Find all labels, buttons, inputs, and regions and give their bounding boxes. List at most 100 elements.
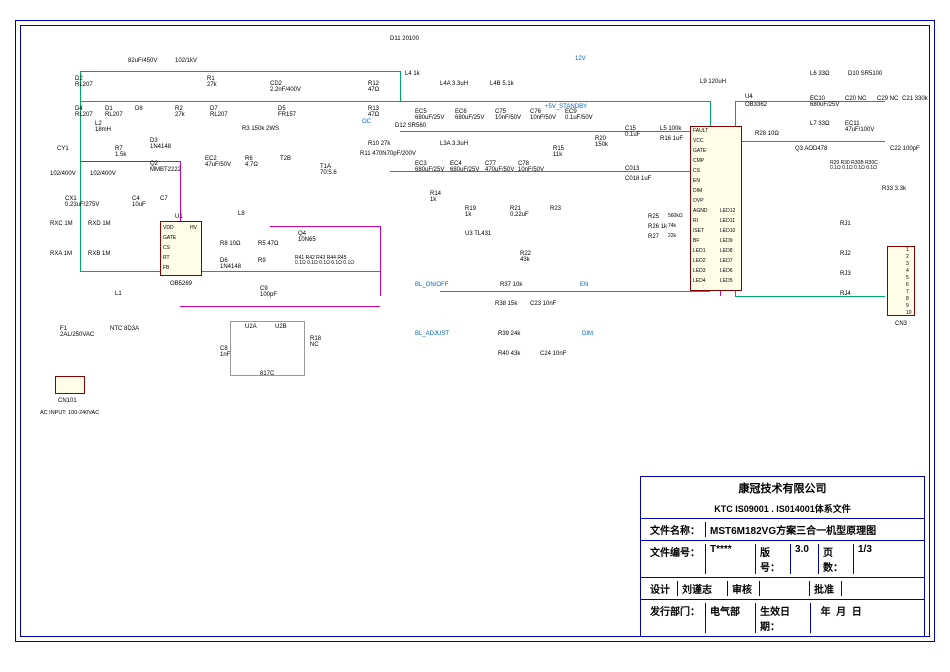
title-company: 康冠技术有限公司 [641, 477, 924, 499]
label-RG1: 560kΩ [668, 214, 683, 219]
wire [270, 226, 380, 227]
label-L7: L7 33Ω [810, 121, 830, 127]
wire [80, 71, 81, 271]
wire [80, 271, 380, 272]
label-T1A: T1A70:5.6 [320, 164, 337, 176]
label-D10: D10 SR5100 [848, 71, 882, 77]
label-R38: R38 15k [495, 301, 517, 307]
label-R16: R16 1uF [660, 136, 683, 142]
label-D1: D1RL207 [105, 106, 123, 118]
label-C22: C22 100pF [890, 146, 920, 152]
label-Q3: Q3 AOD478 [795, 146, 827, 152]
label-R29-30: R29 R30 R30B R30C0.1Ω 0.1Ω 0.1Ω 0.1Ω [830, 161, 878, 171]
label-CD2: CD22.2nF/400V [270, 81, 301, 93]
label-C23: C23 10nF [530, 301, 556, 307]
date-value: 年 月 日 [811, 603, 919, 633]
net-oc: OC [362, 119, 371, 125]
wire [440, 291, 710, 292]
pin-cs2: CS [693, 169, 700, 174]
label-D4: D4RL207 [75, 106, 93, 118]
label-R33: R33 3.3k [882, 186, 906, 192]
label-C013: C013 [625, 166, 639, 172]
title-block: 康冠技术有限公司 KTC IS09001 . IS014001体系文件 文件名称… [640, 476, 925, 637]
dept-label: 发行部门： [646, 603, 706, 633]
label-C24: C24 10nF [540, 351, 566, 357]
label-R13: R1347Ω [368, 106, 379, 118]
label-EC10: EC10680uF/25V [810, 96, 839, 108]
pin-cs: CS [163, 246, 170, 251]
pin-led11: LED11 [720, 219, 735, 224]
pin-led6: LED6 [720, 269, 733, 274]
label-R21: R210.22uF [510, 206, 529, 218]
label-R2: R227k [175, 106, 185, 118]
label-D12: D12 SR560 [395, 123, 426, 129]
pin-ovp: OVP [693, 199, 704, 204]
label-R26: R26 1k [648, 224, 667, 230]
pin-led7: LED7 [720, 259, 733, 264]
label-U2B: U2B [275, 324, 287, 330]
file-code: T**** [706, 544, 756, 574]
cn3-pin-5: 5 [906, 275, 914, 282]
approver [842, 581, 919, 596]
label-C4: C410uF [132, 196, 146, 208]
label-L4: L4 1k [405, 71, 420, 77]
label-R22: R2243k [520, 251, 531, 263]
label-R27: R27 [648, 234, 659, 240]
label-EC4: EC4680uF/25V [450, 161, 479, 173]
label-Q4: Q410N65 [298, 231, 316, 243]
label-EC2: EC247uF/50V [205, 156, 231, 168]
pin-led8: LED8 [720, 249, 733, 254]
connector-cn101 [55, 376, 85, 394]
pin-vdd: VDD [163, 226, 174, 231]
label-D7: D7RL207 [210, 106, 228, 118]
label-C21: C21 330k [902, 96, 928, 102]
cn3-pin-9: 9 [906, 303, 914, 310]
pin-led4: LED4 [693, 279, 706, 284]
label-R41-45: R41 R42 R43 R44 R450.1Ω 0.1Ω 0.1Ω 0.1Ω 0… [295, 256, 354, 266]
approve-label: 批准 [810, 581, 842, 596]
pin-led5: LED5 [720, 279, 733, 284]
pin-fault: FAULT [693, 129, 708, 134]
label-NTC: NTC 8D3A [110, 326, 139, 332]
label-U3: U3 TL431 [465, 231, 491, 237]
label-C78: C7810nF/50V [518, 161, 544, 173]
label-R14: R141k [430, 191, 441, 203]
title-system: KTC IS09001 . IS014001体系文件 [641, 499, 924, 519]
pin-dim2: DIM [693, 189, 702, 194]
pin-led12: LED12 [720, 209, 735, 214]
pin-led10: LED10 [720, 229, 735, 234]
label-RG3: 22k [668, 234, 676, 239]
label-RG2: 74k [668, 224, 676, 229]
label-C29: C29 NC [877, 96, 898, 102]
cn3-pin-2: 2 [906, 254, 914, 261]
version: 3.0 [791, 544, 819, 574]
page-label: 页数： [819, 544, 854, 574]
label-RJ3: RJ3 [840, 271, 851, 277]
optocoupler-box [230, 321, 305, 376]
label-R7: R71.5k [115, 146, 126, 158]
pin-led3: LED3 [693, 269, 706, 274]
label-R1: R127k [207, 76, 217, 88]
label-R12: R1247Ω [368, 81, 379, 93]
label-D8: D8 [135, 106, 143, 112]
label-ac-input: AC INPUT: 100-240VAC [40, 411, 99, 417]
label-R37: R37 10k [500, 282, 522, 288]
label-R10: R10 27k [368, 141, 390, 147]
label-C77: C77470uF/50V [485, 161, 514, 173]
label-L4B: L4B 5.1k [490, 81, 514, 87]
label-D5: D5FR157 [278, 106, 296, 118]
net-bl-on: BL_ON/OFF [415, 282, 448, 288]
cn3-pin-10: 10 [906, 310, 914, 317]
label-CN101: CN101 [58, 398, 77, 404]
cn3-pin-4: 4 [906, 268, 914, 275]
net-dim: DIM [582, 331, 593, 337]
label-U4-part: OB3362 [745, 102, 767, 108]
pin-fb: FB [163, 266, 169, 271]
label-R9: R9 [258, 258, 266, 264]
file-name: MST6M182VG方案三合一机型原理图 [706, 522, 919, 537]
pin-led1: LED1 [693, 249, 706, 254]
label-F1: F12AL/250VAC [60, 326, 94, 338]
label-L6: L6 33Ω [810, 71, 830, 77]
label-EC9: EC90.1uF/50V [565, 109, 593, 121]
label-D6: D61N4148 [220, 258, 241, 270]
